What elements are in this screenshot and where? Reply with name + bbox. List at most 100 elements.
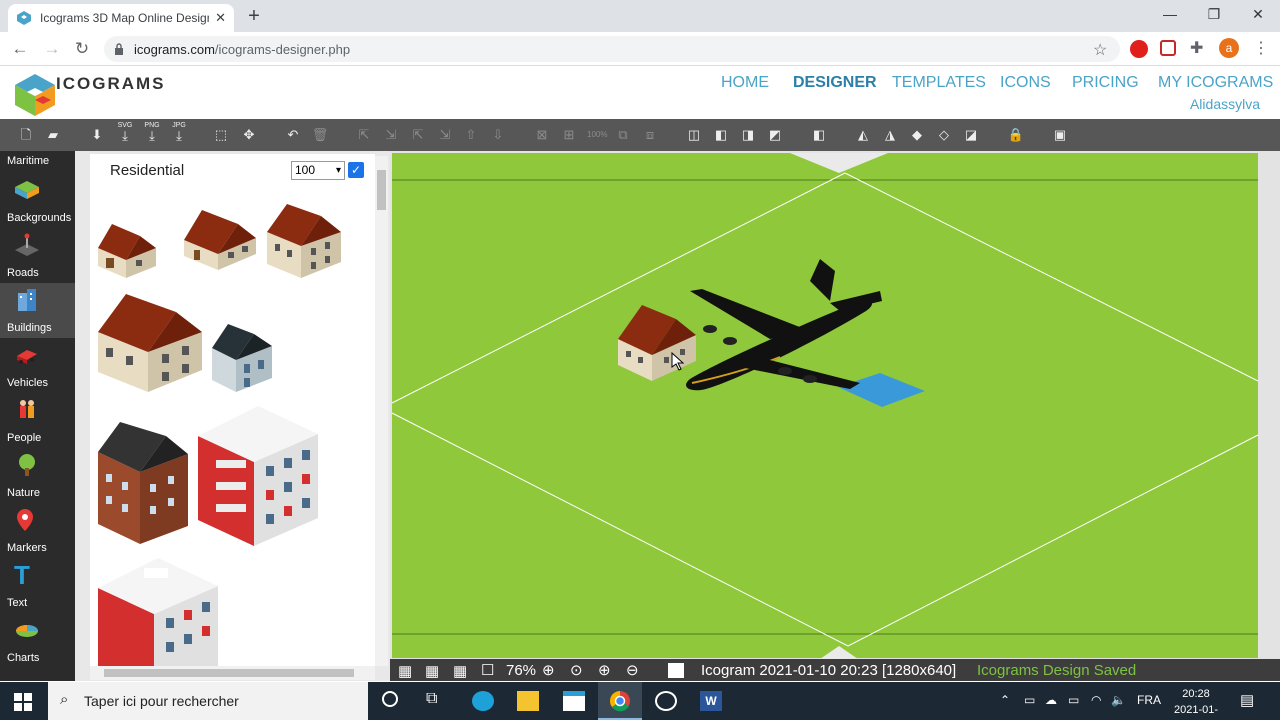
pocket-extension-icon[interactable] [1160, 40, 1176, 56]
select-tool-icon[interactable]: ⬚ [212, 126, 230, 144]
category-markers[interactable]: Markers [0, 503, 75, 558]
tall-apartment-icon[interactable] [96, 554, 220, 666]
brick-apartment-icon[interactable] [96, 418, 190, 546]
category-people[interactable]: People [0, 393, 75, 448]
category-roads[interactable]: Roads [0, 228, 75, 283]
zoom-out-icon[interactable]: ⊖ [626, 661, 639, 679]
zoom-100-icon[interactable]: 100% [587, 126, 607, 144]
nav-home[interactable]: HOME [721, 74, 769, 92]
open-folder-icon[interactable]: ▰ [44, 126, 62, 144]
group-icon[interactable]: ⧉ [614, 126, 632, 144]
notifications-icon[interactable]: ▤ [1240, 691, 1254, 709]
new-tab-button[interactable]: + [244, 4, 264, 28]
category-vehicles[interactable]: Vehicles [0, 338, 75, 393]
new-file-icon[interactable]: 🗋 [17, 126, 35, 144]
zoom-reset-icon[interactable]: ⊙ [570, 661, 583, 679]
extensions-puzzle-icon[interactable]: ✚ [1190, 38, 1203, 58]
nav-designer[interactable]: DESIGNER [793, 74, 877, 92]
taskbar-search[interactable]: ⌕ Taper ici pour rechercher [48, 682, 368, 720]
obs-icon[interactable] [655, 691, 677, 711]
zoom-fit-icon[interactable]: ⊠ [533, 126, 551, 144]
forward-icon[interactable]: → [40, 38, 64, 60]
icon-size-select[interactable]: 100 ▾ [291, 161, 345, 180]
rotate-left-icon[interactable]: ◭ [854, 126, 872, 144]
bookmark-star-icon[interactable]: ☆ [1093, 40, 1107, 60]
category-text[interactable]: T Text [0, 558, 75, 613]
frame-icon[interactable]: ☐ [481, 661, 494, 679]
background-color-swatch[interactable] [668, 663, 684, 678]
reload-icon[interactable]: ↻ [70, 38, 94, 60]
category-buildings[interactable]: Buildings [0, 283, 75, 338]
align-top-icon[interactable]: ⇱ [409, 126, 427, 144]
bring-up-icon[interactable]: ⇧ [462, 126, 480, 144]
address-bar[interactable]: icograms.com/icograms-designer.php [104, 36, 1120, 62]
modern-apartment-icon[interactable] [196, 402, 320, 548]
onedrive-icon[interactable]: ☁ [1045, 693, 1057, 707]
align-bottom-icon[interactable]: ⇲ [436, 126, 454, 144]
align-right-icon[interactable]: ⇲ [382, 126, 400, 144]
chrome-taskbar-button[interactable] [598, 682, 642, 720]
move-tool-icon[interactable]: ✥ [240, 126, 258, 144]
word-icon[interactable]: W [700, 691, 722, 711]
battery-icon[interactable]: ▭ [1068, 693, 1079, 707]
file-explorer-icon[interactable] [517, 691, 539, 711]
windows-start-icon[interactable] [14, 693, 32, 711]
grid-large-icon[interactable]: ▦ [453, 662, 467, 680]
small-house-icon[interactable] [96, 220, 160, 280]
rotate-right-icon[interactable]: ◮ [881, 126, 899, 144]
nav-pricing[interactable]: PRICING [1072, 74, 1139, 92]
back-icon[interactable]: ← [8, 38, 32, 60]
ungroup-icon[interactable]: ⧈ [641, 126, 659, 144]
lock-object-icon[interactable]: 🔒 [1007, 126, 1025, 144]
align-left-icon[interactable]: ⇱ [355, 126, 373, 144]
tray-expand-icon[interactable]: ⌃ [1000, 693, 1010, 707]
category-maritime[interactable]: Maritime [0, 151, 75, 173]
export-png-icon[interactable]: PNG ⤓ [141, 122, 163, 142]
narrow-house-icon[interactable] [210, 322, 274, 394]
layer-forward-icon[interactable]: ◧ [712, 126, 730, 144]
wifi-icon[interactable]: ◠ [1091, 693, 1101, 707]
design-canvas[interactable] [390, 151, 1280, 659]
zoom-in-box-icon[interactable]: ⊞ [560, 126, 578, 144]
nav-my-icograms[interactable]: MY ICOGRAMS [1158, 74, 1273, 92]
delete-icon[interactable]: 🗑 [311, 126, 329, 144]
tray-meet-icon[interactable]: ▭ [1024, 693, 1035, 707]
taskbar-clock[interactable]: 20:28 2021-01-10 [1170, 686, 1222, 720]
opera-extension-icon[interactable] [1130, 40, 1148, 58]
icon-size-checkbox[interactable]: ✓ [348, 162, 364, 178]
nav-templates[interactable]: TEMPLATES [892, 74, 986, 92]
rotate-up-icon[interactable]: ◆ [908, 126, 926, 144]
minimize-window-icon[interactable]: — [1148, 4, 1192, 24]
task-view-icon[interactable]: ⧉ [426, 690, 437, 708]
panel-vertical-scrollbar[interactable] [375, 156, 388, 666]
logo-wordmark[interactable]: ICOGRAMS [56, 74, 166, 94]
store-icon[interactable] [563, 691, 585, 711]
gable-house-icon[interactable] [180, 206, 258, 272]
category-backgrounds[interactable]: Backgrounds [0, 173, 75, 228]
icograms-logo-icon[interactable] [12, 72, 58, 118]
chrome-menu-icon[interactable]: ⋮ [1253, 38, 1269, 58]
category-charts[interactable]: Charts [0, 613, 75, 668]
rotate-down-icon[interactable]: ◇ [935, 126, 953, 144]
export-svg-icon[interactable]: SVG ⤓ [114, 122, 136, 142]
export-jpg-icon[interactable]: JPG ⤓ [168, 122, 190, 142]
grid-view-icon[interactable]: ▦ [398, 662, 412, 680]
layer-front-icon[interactable]: ◫ [685, 126, 703, 144]
send-down-icon[interactable]: ⇩ [489, 126, 507, 144]
grid-small-icon[interactable]: ▦ [425, 662, 439, 680]
undo-icon[interactable]: ↶ [284, 126, 302, 144]
large-house-icon[interactable] [96, 292, 204, 394]
username-link[interactable]: Alidassylva [1190, 96, 1260, 112]
save-download-icon[interactable]: ⬇ [88, 126, 106, 144]
cortana-icon[interactable] [382, 691, 398, 707]
layer-back-icon[interactable]: ◩ [766, 126, 784, 144]
nav-icons[interactable]: ICONS [1000, 74, 1051, 92]
close-window-icon[interactable]: ✕ [1236, 4, 1280, 24]
close-tab-icon[interactable]: ✕ [215, 10, 226, 26]
layer-backward-icon[interactable]: ◨ [739, 126, 757, 144]
zoom-in-icon[interactable]: ⊕ [542, 661, 555, 679]
volume-icon[interactable]: 🔈 [1111, 693, 1126, 707]
edge-icon[interactable] [472, 691, 494, 711]
restore-window-icon[interactable]: ❐ [1192, 4, 1236, 24]
category-nature[interactable]: Nature [0, 448, 75, 503]
